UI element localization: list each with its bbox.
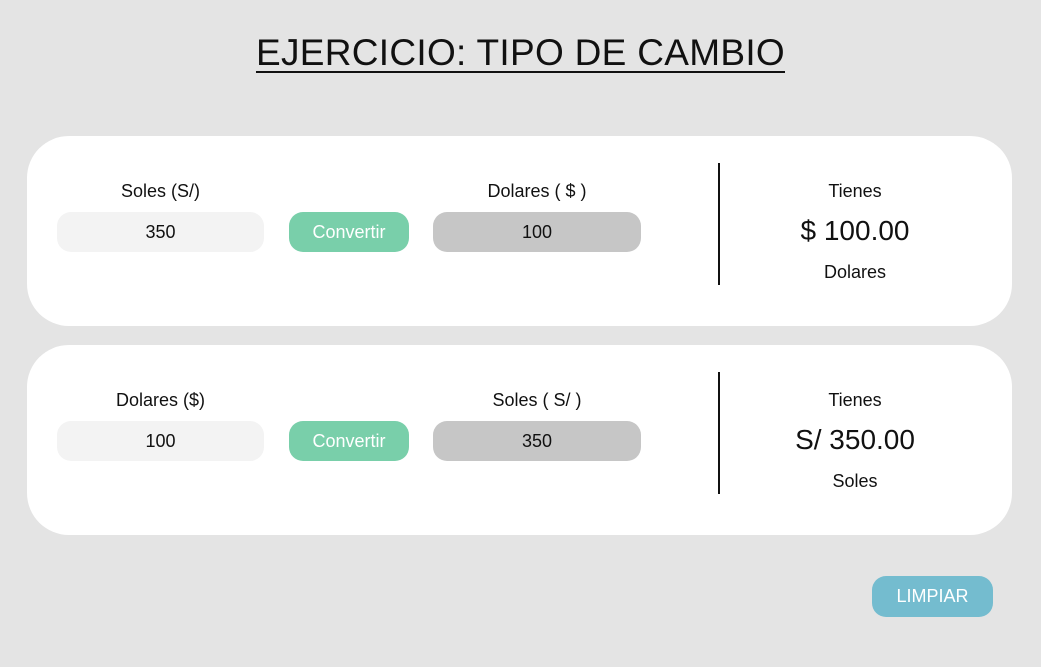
result-unit-soles: Soles: [832, 471, 878, 491]
convert-dolares-button[interactable]: Convertir: [289, 421, 409, 461]
result-unit-dolares: Dolares: [823, 262, 887, 282]
dolares-output-field: 100: [433, 212, 641, 252]
clear-button[interactable]: LIMPIAR: [872, 576, 993, 617]
dolares-to-soles-card: Dolares ($) 100 Convertir Soles ( S/ ) 3…: [27, 345, 1012, 535]
result-amount-dolares: $ 100.00: [800, 215, 910, 246]
soles-input-field[interactable]: 350: [57, 212, 264, 252]
dolares-output-label: Dolares ( $ ): [487, 181, 587, 201]
result-prefix: Tienes: [828, 181, 882, 201]
dolares-input-field[interactable]: 100: [57, 421, 264, 461]
convert-soles-button[interactable]: Convertir: [289, 212, 409, 252]
page-title: EJERCICIO: TIPO DE CAMBIO: [255, 32, 785, 73]
result-prefix: Tienes: [828, 390, 882, 410]
soles-output-label: Soles ( S/ ): [492, 390, 582, 410]
soles-to-dolares-card: Soles (S/) 350 Convertir Dolares ( $ ) 1…: [27, 136, 1012, 326]
dolares-input-label: Dolares ($): [115, 390, 206, 410]
soles-input-label: Soles (S/): [120, 181, 201, 201]
soles-output-field: 350: [433, 421, 641, 461]
result-amount-soles: S/ 350.00: [795, 424, 915, 455]
